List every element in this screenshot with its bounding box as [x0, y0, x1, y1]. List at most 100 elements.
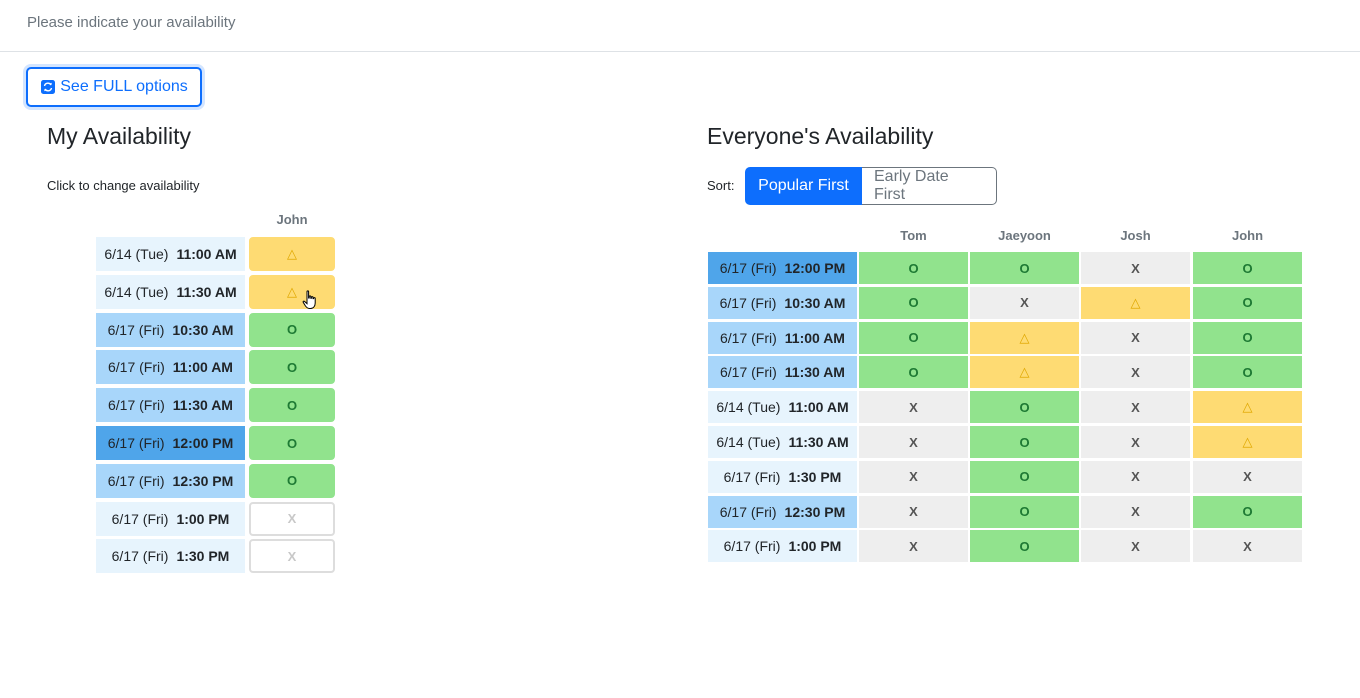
- my-availability-toggle[interactable]: △: [249, 274, 335, 309]
- availability-cell: O: [1193, 495, 1302, 528]
- slot-time: 12:30 PM: [784, 503, 846, 520]
- my-availability-toggle[interactable]: O: [249, 426, 335, 460]
- slot-date: 6/17 (Fri): [719, 503, 777, 520]
- change-availability-hint: Click to change availability: [47, 178, 200, 193]
- availability-cell: O: [1193, 286, 1302, 319]
- time-slot-label: 6/17 (Fri) 1:30 PM: [96, 539, 245, 574]
- availability-cell: X: [859, 460, 968, 493]
- availability-cell: △: [1193, 391, 1302, 424]
- availability-cell: O: [970, 252, 1079, 284]
- availability-cell: O: [970, 495, 1079, 528]
- slot-time: 10:30 AM: [172, 321, 234, 338]
- availability-cell: X: [1081, 391, 1190, 424]
- availability-cell: O: [970, 391, 1079, 424]
- sort-toggle-group: Popular First Early Date First: [745, 167, 997, 205]
- availability-cell: X: [970, 286, 1079, 319]
- time-slot-label: 6/17 (Fri) 10:30 AM: [708, 286, 857, 319]
- see-full-options-button[interactable]: See FULL options: [26, 67, 202, 107]
- slot-date: 6/17 (Fri): [108, 397, 165, 414]
- availability-cell: X: [859, 391, 968, 424]
- time-slot-label: 6/17 (Fri) 1:00 PM: [708, 530, 857, 563]
- slot-time: 12:30 PM: [172, 472, 234, 489]
- availability-cell: O: [859, 252, 968, 284]
- availability-cell: X: [1081, 495, 1190, 528]
- slot-date: 6/14 (Tue): [716, 399, 781, 416]
- sort-early-date-first-button[interactable]: Early Date First: [862, 167, 997, 205]
- my-availability-toggle[interactable]: X: [249, 501, 335, 536]
- my-availability-toggle[interactable]: O: [249, 463, 335, 498]
- see-full-options-label: See FULL options: [60, 78, 188, 95]
- person-column-header: Josh: [1120, 228, 1151, 243]
- availability-cell: △: [970, 321, 1079, 354]
- sort-popular-first-button[interactable]: Popular First: [745, 167, 862, 205]
- my-availability-toggle[interactable]: O: [249, 312, 335, 347]
- slot-time: 11:30 AM: [176, 283, 237, 300]
- slot-time: 11:00 AM: [176, 246, 237, 262]
- availability-cell: X: [859, 495, 968, 528]
- my-person-header: John: [276, 212, 308, 227]
- availability-cell: X: [1193, 530, 1302, 563]
- slot-date: 6/17 (Fri): [719, 294, 777, 311]
- availability-cell: X: [1081, 356, 1190, 389]
- slot-date: 6/14 (Tue): [716, 434, 781, 450]
- availability-cell: X: [1081, 460, 1190, 493]
- time-slot-label: 6/17 (Fri) 12:30 PM: [708, 495, 857, 528]
- refresh-icon: [41, 80, 56, 94]
- slot-time: 12:00 PM: [172, 435, 234, 451]
- availability-cell: O: [1193, 356, 1302, 389]
- availability-cell: △: [970, 356, 1079, 389]
- slot-time: 11:00 AM: [172, 359, 233, 376]
- time-slot-label: 6/14 (Tue) 11:00 AM: [708, 391, 857, 424]
- slot-time: 1:30 PM: [788, 468, 842, 485]
- slot-date: 6/17 (Fri): [720, 329, 777, 346]
- time-slot-label: 6/14 (Tue) 11:30 AM: [96, 274, 245, 309]
- time-slot-label: 6/17 (Fri) 12:00 PM: [96, 426, 245, 460]
- availability-cell: O: [859, 356, 968, 389]
- person-column-header: Jaeyoon: [998, 228, 1051, 243]
- slot-date: 6/17 (Fri): [107, 472, 165, 489]
- slot-date: 6/17 (Fri): [107, 321, 165, 338]
- availability-cell: △: [1081, 286, 1190, 319]
- time-slot-label: 6/14 (Tue) 11:00 AM: [96, 237, 245, 271]
- availability-cell: X: [859, 426, 968, 458]
- availability-cell: X: [859, 530, 968, 563]
- person-column-header: John: [1231, 228, 1264, 243]
- my-availability-toggle[interactable]: O: [249, 350, 335, 385]
- slot-time: 11:30 AM: [788, 434, 849, 450]
- time-slot-label: 6/17 (Fri) 11:00 AM: [96, 350, 245, 385]
- slot-date: 6/17 (Fri): [719, 260, 777, 276]
- slot-time: 1:00 PM: [788, 538, 842, 555]
- slot-date: 6/14 (Tue): [104, 283, 169, 300]
- time-slot-label: 6/14 (Tue) 11:30 AM: [708, 426, 857, 458]
- time-slot-label: 6/17 (Fri) 12:00 PM: [708, 252, 857, 284]
- slot-time: 12:00 PM: [784, 260, 846, 276]
- availability-cell: O: [859, 321, 968, 354]
- slot-time: 11:30 AM: [172, 397, 233, 414]
- availability-cell: O: [970, 460, 1079, 493]
- availability-cell: O: [1193, 321, 1302, 354]
- availability-cell: O: [859, 286, 968, 319]
- everyone-availability-title: Everyone's Availability: [707, 123, 934, 149]
- time-slot-label: 6/17 (Fri) 11:30 AM: [708, 356, 857, 389]
- time-slot-label: 6/17 (Fri) 12:30 PM: [96, 463, 245, 498]
- slot-date: 6/17 (Fri): [111, 548, 169, 565]
- slot-date: 6/17 (Fri): [723, 538, 781, 555]
- time-slot-label: 6/17 (Fri) 11:00 AM: [708, 321, 857, 354]
- slot-date: 6/17 (Fri): [723, 468, 781, 485]
- availability-cell: X: [1081, 321, 1190, 354]
- my-availability-title: My Availability: [47, 123, 192, 149]
- availability-cell: X: [1081, 426, 1190, 458]
- slot-time: 11:30 AM: [784, 364, 845, 381]
- slot-date: 6/17 (Fri): [107, 435, 165, 451]
- slot-date: 6/17 (Fri): [111, 510, 169, 527]
- availability-cell: X: [1081, 252, 1190, 284]
- my-availability-toggle[interactable]: X: [249, 539, 335, 574]
- time-slot-label: 6/17 (Fri) 11:30 AM: [96, 388, 245, 423]
- my-availability-toggle[interactable]: O: [249, 388, 335, 423]
- slot-time: 1:00 PM: [176, 510, 230, 527]
- time-slot-label: 6/17 (Fri) 1:30 PM: [708, 460, 857, 493]
- time-slot-label: 6/17 (Fri) 1:00 PM: [96, 501, 245, 536]
- slot-time: 11:00 AM: [788, 399, 849, 416]
- time-slot-label: 6/17 (Fri) 10:30 AM: [96, 312, 245, 347]
- my-availability-toggle[interactable]: △: [249, 237, 335, 271]
